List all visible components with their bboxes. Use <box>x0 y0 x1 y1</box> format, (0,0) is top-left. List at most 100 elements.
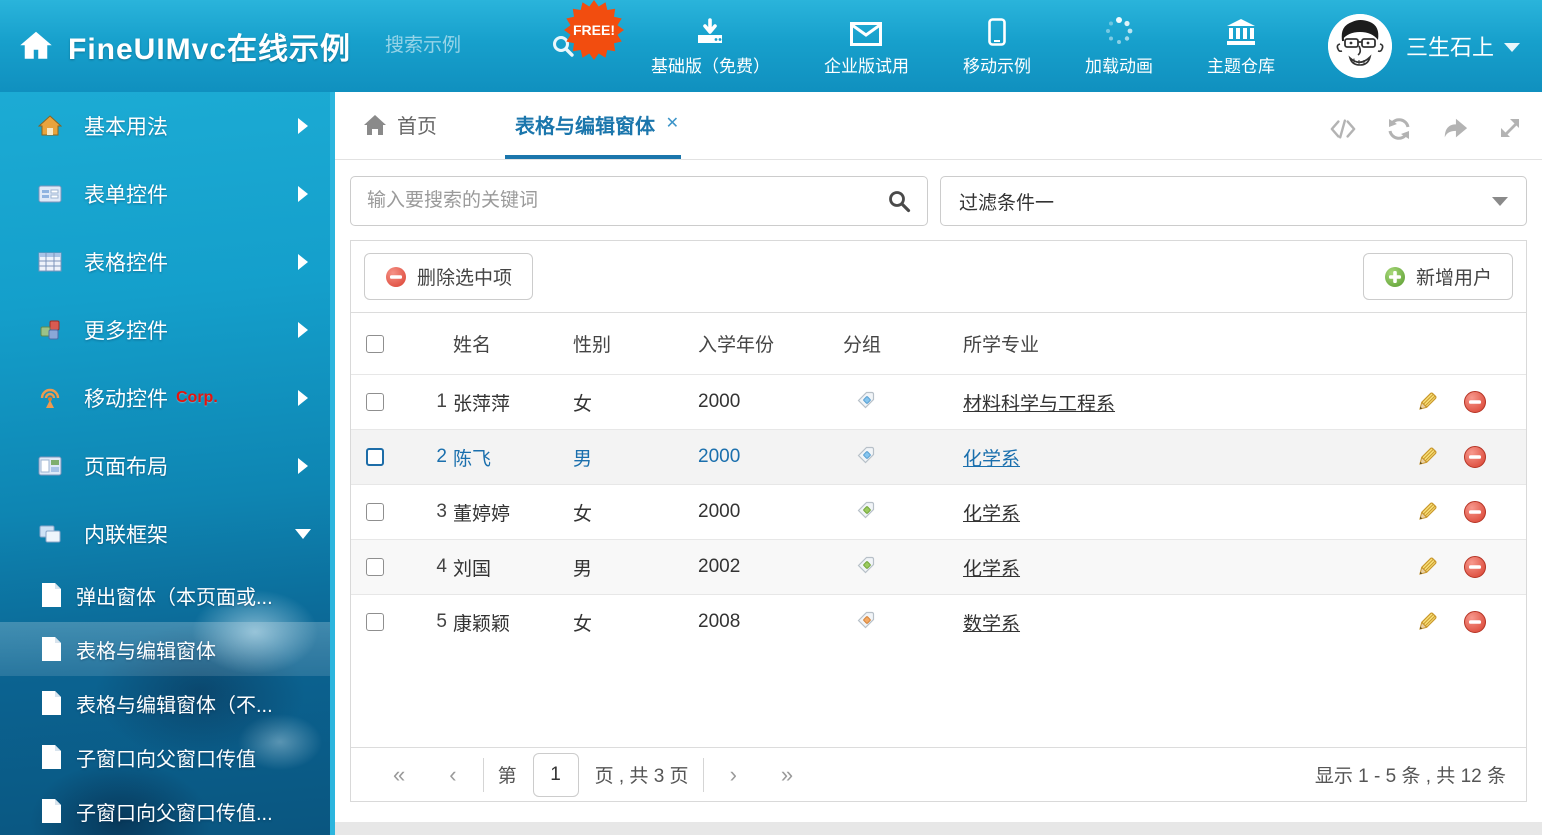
table-row[interactable]: 1 张萍萍 女 2000 材料科学与工程系 <box>351 374 1526 429</box>
fullscreen-icon[interactable] <box>1498 117 1524 141</box>
delete-icon[interactable] <box>1463 445 1487 469</box>
first-page-button[interactable]: « <box>371 762 427 788</box>
nav-item-enterprise-trial[interactable]: 企业版试用 <box>797 16 936 77</box>
sidebar-item-inline-frame[interactable]: 内联框架 <box>0 500 330 568</box>
nav-item-mobile-demo[interactable]: 移动示例 <box>936 16 1058 77</box>
next-page-button[interactable]: › <box>708 762 759 788</box>
sidebar-item-more-controls[interactable]: 更多控件 Corp. <box>0 296 330 364</box>
tag-icon <box>855 388 877 410</box>
major-link[interactable]: 化学系 <box>963 559 1020 580</box>
chevron-right-icon <box>298 186 308 202</box>
chevron-down-icon <box>1504 43 1520 52</box>
filter-dropdown[interactable]: 过滤条件一 <box>940 176 1527 226</box>
nav-label: 企业版试用 <box>824 52 909 77</box>
antenna-icon <box>38 386 62 410</box>
delete-icon[interactable] <box>1463 610 1487 634</box>
sidebar-item-basic-usage[interactable]: 基本用法 <box>0 92 330 160</box>
header-nav: FREE! 基础版（免费） 企业版试用 <box>624 16 1302 77</box>
nav-item-loading-animation[interactable]: 加载动画 <box>1058 16 1180 77</box>
table-row[interactable]: 5 康颖颖 女 2008 数学系 <box>351 594 1526 649</box>
tag-icon <box>855 443 877 465</box>
avatar <box>1328 14 1392 78</box>
search-icon[interactable] <box>887 189 911 213</box>
delete-icon[interactable] <box>1463 500 1487 524</box>
edit-icon[interactable] <box>1415 500 1439 524</box>
cell-name: 刘国 <box>453 554 573 581</box>
page-number-input[interactable] <box>533 753 579 797</box>
edit-icon[interactable] <box>1415 555 1439 579</box>
col-year[interactable]: 入学年份 <box>698 330 843 357</box>
cell-year: 2000 <box>698 391 843 413</box>
header-search-input[interactable] <box>385 35 535 57</box>
edit-icon[interactable] <box>1415 390 1439 414</box>
row-checkbox[interactable] <box>366 558 384 576</box>
sidebar-item-page-layout[interactable]: 页面布局 <box>0 432 330 500</box>
filter-row: 过滤条件一 <box>350 176 1527 226</box>
sidebar-subitem-grid-edit-window-2[interactable]: 表格与编辑窗体（不... <box>0 676 330 730</box>
col-major[interactable]: 所学专业 <box>963 330 1376 357</box>
edit-icon[interactable] <box>1415 610 1439 634</box>
minus-circle-icon <box>385 266 407 288</box>
layout-icon <box>38 454 62 478</box>
tab-bar: 首页 表格与编辑窗体 ✕ <box>335 92 1542 160</box>
cell-gender: 女 <box>573 389 698 416</box>
file-icon <box>40 636 62 662</box>
major-link[interactable]: 数学系 <box>963 614 1020 635</box>
select-all-checkbox[interactable] <box>366 335 384 353</box>
nav-item-basic-edition[interactable]: FREE! 基础版（免费） <box>624 16 797 77</box>
cell-gender: 女 <box>573 499 698 526</box>
tab-grid-edit-window[interactable]: 表格与编辑窗体 ✕ <box>505 110 681 159</box>
last-page-button[interactable]: » <box>759 762 815 788</box>
close-icon[interactable]: ✕ <box>666 116 679 132</box>
table-row[interactable]: 3 董婷婷 女 2000 化学系 <box>351 484 1526 539</box>
file-icon <box>40 690 62 716</box>
delete-selected-button[interactable]: 删除选中项 <box>364 253 533 300</box>
row-checkbox[interactable] <box>366 503 384 521</box>
row-checkbox[interactable] <box>366 448 384 466</box>
row-checkbox[interactable] <box>366 393 384 411</box>
row-number: 4 <box>397 556 453 578</box>
col-gender[interactable]: 性别 <box>573 330 698 357</box>
sidebar-subitem-child-to-parent[interactable]: 子窗口向父窗口传值 <box>0 730 330 784</box>
download-icon <box>695 18 725 46</box>
sidebar-subitem-grid-edit-window[interactable]: 表格与编辑窗体 <box>0 622 330 676</box>
row-checkbox[interactable] <box>366 613 384 631</box>
major-link[interactable]: 材料科学与工程系 <box>963 394 1115 415</box>
sidebar-item-grid-controls[interactable]: 表格控件 <box>0 228 330 296</box>
sidebar-subitem-popup-window[interactable]: 弹出窗体（本页面或... <box>0 568 330 622</box>
cell-name: 陈飞 <box>453 444 573 471</box>
add-user-button[interactable]: 新增用户 <box>1363 253 1513 300</box>
user-menu[interactable]: 三生石上 <box>1328 14 1520 78</box>
cell-year: 2002 <box>698 556 843 578</box>
col-name[interactable]: 姓名 <box>453 330 573 357</box>
refresh-icon[interactable] <box>1386 117 1412 141</box>
sidebar-item-form-controls[interactable]: 表单控件 <box>0 160 330 228</box>
bottom-strip <box>335 822 1542 835</box>
edit-icon[interactable] <box>1415 445 1439 469</box>
chevron-right-icon <box>298 254 308 270</box>
grid-toolbar: 删除选中项 新增用户 <box>351 241 1526 312</box>
prev-page-button[interactable]: ‹ <box>427 762 478 788</box>
open-new-window-icon[interactable] <box>1442 117 1468 141</box>
major-link[interactable]: 化学系 <box>963 504 1020 525</box>
nav-label: 加载动画 <box>1085 52 1153 77</box>
major-link[interactable]: 化学系 <box>963 449 1020 470</box>
brand[interactable]: FineUIMvc在线示例 <box>18 24 351 68</box>
record-summary: 显示 1 - 5 条 , 共 12 条 <box>1315 761 1506 788</box>
col-group[interactable]: 分组 <box>843 330 963 357</box>
keyword-search-input[interactable] <box>367 190 887 212</box>
cell-gender: 男 <box>573 444 698 471</box>
sidebar-item-mobile-controls[interactable]: 移动控件 Corp. <box>0 364 330 432</box>
delete-icon[interactable] <box>1463 555 1487 579</box>
source-code-icon[interactable] <box>1330 117 1356 141</box>
table-row[interactable]: 2 陈飞 男 2000 化学系 <box>351 429 1526 484</box>
cell-name: 康颖颖 <box>453 609 573 636</box>
delete-icon[interactable] <box>1463 390 1487 414</box>
user-table: 姓名 性别 入学年份 分组 所学专业 1 张萍萍 女 2000 材料科学与工程系 <box>351 312 1526 801</box>
spinner-icon <box>1104 16 1134 46</box>
tab-home[interactable]: 首页 <box>353 110 447 159</box>
table-row[interactable]: 4 刘国 男 2002 化学系 <box>351 539 1526 594</box>
nav-item-theme-repo[interactable]: 主题仓库 <box>1180 16 1302 77</box>
sidebar-subitem-child-to-parent-2[interactable]: 子窗口向父窗口传值... <box>0 784 330 835</box>
table-header-row: 姓名 性别 入学年份 分组 所学专业 <box>351 312 1526 374</box>
